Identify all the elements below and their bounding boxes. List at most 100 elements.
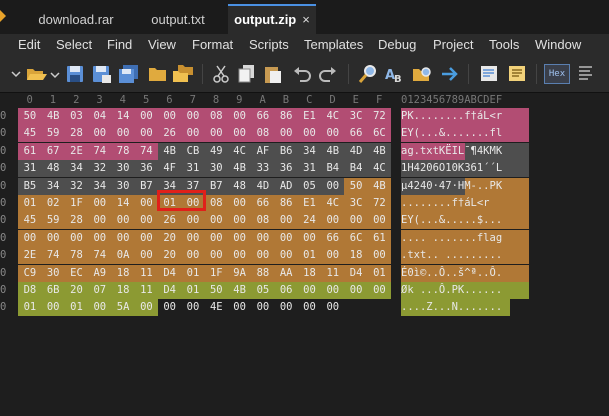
hex-byte[interactable]: 01 <box>64 299 89 317</box>
hex-byte[interactable]: 00 <box>251 247 275 265</box>
dropdown-arrow-icon[interactable] <box>10 64 22 84</box>
save-icon[interactable] <box>66 64 84 84</box>
hex-byte[interactable]: 00 <box>367 247 392 265</box>
copy-icon[interactable] <box>238 64 256 84</box>
menu-select[interactable]: Select <box>56 34 92 56</box>
hex-byte[interactable]: AF <box>251 142 275 160</box>
hex-byte[interactable]: 00 <box>344 212 368 230</box>
hex-byte[interactable]: 00 <box>87 212 112 230</box>
hex-byte[interactable]: 9A <box>227 264 252 282</box>
hex-byte[interactable]: D4 <box>157 282 182 299</box>
hex-byte[interactable]: 20 <box>157 229 182 247</box>
hex-byte[interactable]: 34 <box>64 160 89 178</box>
hex-byte[interactable]: 34 <box>297 142 322 160</box>
hex-byte[interactable]: 4B <box>157 142 182 160</box>
ascii-row[interactable]: .... .......flag <box>401 229 529 247</box>
folder-icon[interactable] <box>148 64 168 84</box>
hex-byte[interactable]: 01 <box>181 264 205 282</box>
hex-byte[interactable]: 61 <box>367 229 392 247</box>
menu-view[interactable]: View <box>148 34 176 56</box>
find-replace-icon[interactable]: AB <box>384 64 406 84</box>
hex-byte[interactable]: 01 <box>297 247 322 265</box>
folders-icon[interactable] <box>172 64 194 84</box>
hex-byte[interactable]: 4B <box>227 282 252 299</box>
hex-byte[interactable]: 4F <box>157 160 182 178</box>
hex-byte[interactable]: 03 <box>64 108 89 125</box>
save-as-icon[interactable] <box>92 64 112 84</box>
hex-byte[interactable]: 78 <box>64 247 89 265</box>
hex-byte[interactable]: 00 <box>111 125 135 143</box>
hex-byte[interactable]: 01 <box>181 282 205 299</box>
hex-byte[interactable]: 74 <box>41 247 66 265</box>
hex-byte[interactable]: 4B <box>367 142 392 160</box>
hex-byte[interactable]: 86 <box>274 195 299 212</box>
hex-byte[interactable]: 6C <box>367 125 392 143</box>
menu-tools[interactable]: Tools <box>489 34 519 56</box>
hex-byte[interactable]: 00 <box>158 299 182 316</box>
ascii-row[interactable]: ag.txtKËIL¯¶4KMK <box>401 142 529 160</box>
hex-byte[interactable]: 1F <box>64 195 89 212</box>
hex-byte[interactable]: 74 <box>87 247 112 265</box>
hex-byte[interactable]: 74 <box>134 142 159 160</box>
hex-byte[interactable]: 00 <box>227 108 252 125</box>
hex-byte[interactable]: 5A <box>111 299 135 317</box>
hex-byte[interactable]: 34 <box>87 177 112 195</box>
hex-byte[interactable]: 00 <box>134 247 159 265</box>
hex-byte[interactable]: 00 <box>134 299 159 317</box>
hex-byte[interactable]: 00 <box>181 108 205 125</box>
hex-byte[interactable]: C9 <box>18 264 42 282</box>
hex-byte[interactable]: 50 <box>344 177 368 195</box>
hex-byte[interactable]: 48 <box>227 177 252 195</box>
hex-byte[interactable]: 05 <box>297 177 322 195</box>
hex-byte[interactable]: 00 <box>321 299 345 316</box>
hex-byte[interactable]: 4D <box>251 177 275 195</box>
hex-byte[interactable]: 2E <box>64 142 89 160</box>
hex-byte[interactable]: 18 <box>344 247 368 265</box>
hex-byte[interactable]: 4C <box>320 195 345 212</box>
hex-byte[interactable]: 28 <box>64 125 89 143</box>
hex-byte[interactable]: 00 <box>157 108 182 125</box>
hex-byte[interactable]: B4 <box>320 160 345 178</box>
menu-project[interactable]: Project <box>433 34 473 56</box>
hex-byte[interactable]: 00 <box>274 247 299 265</box>
tab-output-zip[interactable]: output.zip × <box>228 4 316 36</box>
hex-byte[interactable]: 00 <box>134 229 159 247</box>
ascii-row[interactable]: .txt.. ......... <box>401 247 529 265</box>
hex-byte[interactable]: 45 <box>18 125 42 143</box>
hex-byte[interactable]: B7 <box>134 177 159 195</box>
hex-byte[interactable]: 00 <box>320 212 345 230</box>
menu-scripts[interactable]: Scripts <box>249 34 289 56</box>
ascii-row[interactable]: É0ì©..Ô..š^ª..Ô. <box>401 264 529 282</box>
hex-byte[interactable]: 00 <box>251 299 275 316</box>
hex-byte[interactable]: 18 <box>111 282 135 299</box>
hex-byte[interactable]: B7 <box>204 177 229 195</box>
ascii-row[interactable]: ....Z...N....... <box>401 299 529 317</box>
hex-byte[interactable]: 00 <box>134 195 159 212</box>
hex-byte[interactable]: 00 <box>181 229 205 247</box>
hex-byte[interactable]: 01 <box>18 299 42 317</box>
cut-icon[interactable] <box>212 64 230 84</box>
hex-byte[interactable]: 00 <box>228 299 252 316</box>
menu-window[interactable]: Window <box>535 34 581 56</box>
hex-byte[interactable]: 00 <box>274 125 299 143</box>
hex-byte[interactable]: 00 <box>134 125 159 143</box>
hex-byte[interactable]: 04 <box>87 108 112 125</box>
hex-byte[interactable]: 4C <box>320 108 345 125</box>
ascii-row[interactable]: EY(...&.......fl <box>401 125 529 143</box>
hex-byte[interactable]: 00 <box>227 195 252 212</box>
hex-byte[interactable]: B5 <box>18 177 42 195</box>
hex-byte[interactable]: 00 <box>18 229 42 247</box>
hex-byte[interactable]: 00 <box>320 247 345 265</box>
hex-byte[interactable]: 0A <box>111 247 135 265</box>
menu-edit[interactable]: Edit <box>18 34 40 56</box>
hex-byte[interactable]: 31 <box>181 160 205 178</box>
hex-byte[interactable]: D4 <box>344 264 368 282</box>
hex-byte[interactable]: 01 <box>18 195 42 212</box>
hex-byte[interactable]: 00 <box>87 195 112 212</box>
hex-byte[interactable]: 00 <box>297 282 322 299</box>
hex-byte[interactable]: 66 <box>251 108 275 125</box>
hex-byte[interactable]: 20 <box>157 247 182 265</box>
hex-byte[interactable]: 11 <box>134 282 159 299</box>
hex-byte[interactable]: 18 <box>297 264 322 282</box>
hex-byte[interactable]: 00 <box>367 282 392 299</box>
